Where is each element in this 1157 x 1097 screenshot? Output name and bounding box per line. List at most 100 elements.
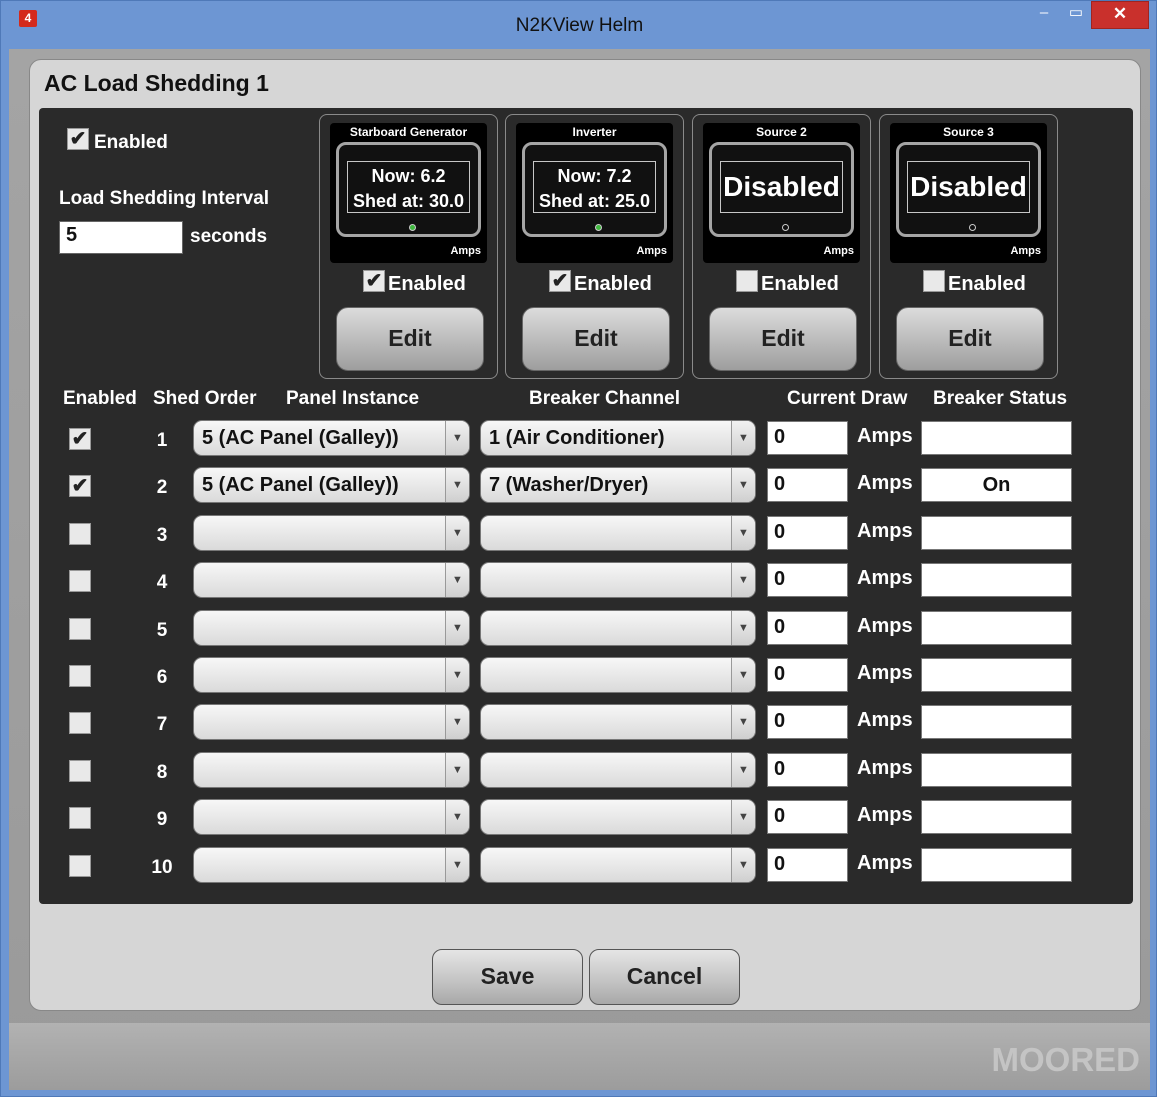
chevron-down-icon[interactable]: ▼: [731, 515, 755, 550]
chevron-down-icon[interactable]: ▼: [731, 610, 755, 645]
amps-label: Amps: [857, 472, 913, 495]
chevron-down-icon[interactable]: ▼: [445, 610, 469, 645]
source-card-3: Source 2 Disabled Amps Enabled Edit: [692, 114, 871, 379]
status-led-icon: [595, 224, 602, 231]
chevron-down-icon[interactable]: ▼: [445, 658, 469, 692]
title-bar[interactable]: 4 N2KView Helm – ▭ ✕: [1, 1, 1157, 49]
breaker-status-field: [921, 515, 1072, 550]
chevron-down-icon[interactable]: ▼: [731, 563, 755, 598]
source-enabled-checkbox[interactable]: [736, 270, 758, 292]
source-enabled-checkbox[interactable]: ✔: [549, 270, 571, 292]
chevron-down-icon[interactable]: ▼: [731, 847, 755, 882]
panel-instance-select[interactable]: ▼: [193, 799, 470, 836]
maximize-button[interactable]: ▭: [1061, 1, 1091, 29]
source-gauge: Now: 7.2 Shed at: 25.0: [522, 142, 667, 237]
source-edit-button[interactable]: Edit: [709, 307, 857, 371]
row-enabled-checkbox[interactable]: [69, 712, 91, 735]
minimize-button[interactable]: –: [1029, 1, 1059, 29]
table-row: 4 ▼ ▼ 0 Amps: [39, 562, 1133, 609]
amps-label: Amps: [857, 662, 913, 684]
close-button[interactable]: ✕: [1091, 1, 1149, 29]
breaker-channel-select[interactable]: ▼: [480, 657, 756, 693]
row-enabled-checkbox[interactable]: [69, 522, 91, 545]
breaker-channel-select[interactable]: ▼: [480, 846, 756, 883]
general-enabled-checkbox[interactable]: ✔: [67, 128, 89, 150]
breaker-channel-select[interactable]: ▼: [480, 562, 756, 599]
header-shed-order: Shed Order: [153, 388, 257, 409]
chevron-down-icon[interactable]: ▼: [731, 421, 755, 455]
source-unit: Amps: [636, 245, 667, 257]
panel-instance-select[interactable]: ▼: [193, 846, 470, 883]
breaker-channel-select[interactable]: ▼: [480, 799, 756, 836]
current-draw-field: 0: [767, 705, 848, 740]
panel-instance-select[interactable]: ▼: [193, 751, 470, 788]
header-panel-instance: Panel Instance: [286, 388, 420, 409]
row-enabled-checkbox[interactable]: [69, 759, 91, 782]
row-enabled-checkbox[interactable]: ✔: [69, 428, 91, 450]
row-enabled-checkbox[interactable]: [69, 854, 91, 877]
breaker-channel-select[interactable]: ▼: [480, 704, 756, 741]
row-enabled-checkbox[interactable]: [69, 617, 91, 640]
current-draw-field: 0: [767, 421, 848, 455]
load-shedding-dialog: AC Load Shedding 1 ✔ Enabled Load Sheddi…: [29, 59, 1141, 1011]
current-draw-field: 0: [767, 847, 848, 882]
chevron-down-icon[interactable]: ▼: [445, 421, 469, 455]
source-title: Inverter: [572, 125, 617, 139]
breaker-status-field: [921, 421, 1072, 455]
breaker-status-field: [921, 847, 1072, 882]
breaker-channel-select[interactable]: 7 (Washer/Dryer) ▼: [480, 467, 756, 504]
panel-instance-select[interactable]: ▼: [193, 562, 470, 599]
chevron-down-icon[interactable]: ▼: [445, 800, 469, 835]
shed-order: 10: [151, 856, 173, 878]
chevron-down-icon[interactable]: ▼: [731, 468, 755, 503]
chevron-down-icon[interactable]: ▼: [731, 658, 755, 692]
amps-label: Amps: [857, 519, 913, 542]
source-edit-button[interactable]: Edit: [522, 307, 670, 371]
panel-instance-select[interactable]: ▼: [193, 657, 470, 693]
cancel-button[interactable]: Cancel: [589, 949, 740, 1005]
source-enabled-checkbox[interactable]: ✔: [363, 270, 385, 292]
breaker-status-field: [921, 658, 1072, 692]
chevron-down-icon[interactable]: ▼: [445, 563, 469, 598]
chevron-down-icon[interactable]: ▼: [445, 752, 469, 787]
source-edit-button[interactable]: Edit: [896, 307, 1044, 371]
save-button[interactable]: Save: [432, 949, 583, 1005]
chevron-down-icon[interactable]: ▼: [445, 468, 469, 503]
source-enabled-label: Enabled: [388, 273, 466, 295]
panel-instance-select[interactable]: ▼: [193, 704, 470, 741]
breaker-channel-select[interactable]: 1 (Air Conditioner) ▼: [480, 420, 756, 456]
breaker-channel-select[interactable]: ▼: [480, 514, 756, 551]
row-enabled-checkbox[interactable]: [69, 570, 91, 593]
amps-label: Amps: [857, 614, 913, 637]
panel-instance-select[interactable]: ▼: [193, 514, 470, 551]
header-breaker-status: Breaker Status: [933, 388, 1068, 409]
row-enabled-checkbox[interactable]: [69, 665, 91, 687]
breaker-status-field: [921, 610, 1072, 645]
source-readout: Now: 7.2 Shed at: 25.0: [533, 161, 656, 213]
chevron-down-icon[interactable]: ▼: [445, 847, 469, 882]
chevron-down-icon[interactable]: ▼: [731, 752, 755, 787]
chevron-down-icon[interactable]: ▼: [731, 705, 755, 740]
panel-instance-select[interactable]: 5 (AC Panel (Galley)) ▼: [193, 420, 470, 456]
source-gauge: Now: 6.2 Shed at: 30.0: [336, 142, 481, 237]
breaker-status-field: [921, 800, 1072, 835]
panel-instance-select[interactable]: ▼: [193, 609, 470, 646]
chevron-down-icon[interactable]: ▼: [445, 515, 469, 550]
amps-label: Amps: [857, 804, 913, 827]
source-shed-value: Shed at: 25.0: [538, 191, 651, 211]
source-readout: Disabled: [720, 161, 843, 213]
general-enabled-label: Enabled: [94, 132, 168, 153]
breaker-channel-select[interactable]: ▼: [480, 751, 756, 788]
breaker-channel-select[interactable]: ▼: [480, 609, 756, 646]
panel-instance-select[interactable]: 5 (AC Panel (Galley)) ▼: [193, 467, 470, 504]
interval-input[interactable]: 5: [59, 221, 183, 254]
source-enabled-checkbox[interactable]: [923, 270, 945, 292]
breaker-channel-value: 7 (Washer/Dryer): [489, 474, 649, 497]
chevron-down-icon[interactable]: ▼: [445, 705, 469, 740]
source-disabled-text: Disabled: [723, 171, 840, 202]
row-enabled-checkbox[interactable]: ✔: [69, 475, 91, 498]
row-enabled-checkbox[interactable]: [69, 807, 91, 830]
chevron-down-icon[interactable]: ▼: [731, 800, 755, 835]
source-title: Source 2: [756, 125, 807, 139]
source-edit-button[interactable]: Edit: [336, 307, 484, 371]
